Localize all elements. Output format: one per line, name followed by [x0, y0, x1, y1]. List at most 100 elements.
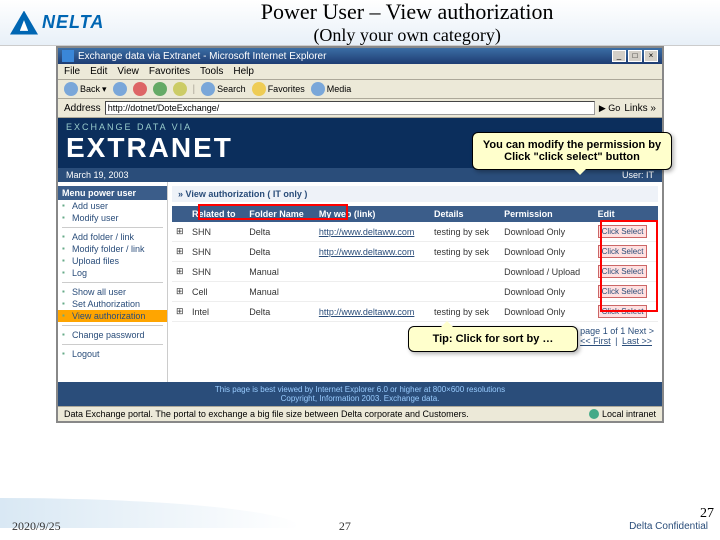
- address-input[interactable]: [105, 101, 595, 115]
- zone-indicator: Local intranet: [589, 409, 656, 419]
- sidebar-modify-user[interactable]: Modify user: [58, 212, 167, 224]
- click-select-button[interactable]: Click Select: [598, 225, 648, 238]
- refresh-button[interactable]: [153, 82, 167, 96]
- menu-view[interactable]: View: [117, 66, 139, 77]
- sidebar-set-auth[interactable]: Set Authorization: [58, 298, 167, 310]
- menu-help[interactable]: Help: [233, 66, 254, 77]
- ie-addressbar: Address ▶ Go Links »: [58, 99, 662, 118]
- cell-permission: Download Only: [500, 302, 594, 322]
- cell-link[interactable]: [315, 262, 430, 282]
- click-select-button[interactable]: Click Select: [598, 265, 648, 278]
- col-link[interactable]: My web (link): [315, 206, 430, 222]
- sidebar-upload-files[interactable]: Upload files: [58, 255, 167, 267]
- user-text: User: IT: [622, 170, 654, 180]
- back-button[interactable]: Back ▾: [64, 82, 107, 96]
- click-select-button[interactable]: Click Select: [598, 245, 648, 258]
- media-button[interactable]: Media: [311, 82, 352, 96]
- row-expand-icon[interactable]: ⊞: [172, 282, 188, 302]
- ie-window: Exchange data via Extranet - Microsoft I…: [56, 46, 664, 423]
- click-select-button[interactable]: Click Select: [598, 305, 648, 318]
- col-edit[interactable]: Edit: [594, 206, 658, 222]
- sidebar-add-user[interactable]: Add user: [58, 200, 167, 212]
- logo-text: NELTA: [42, 12, 104, 33]
- ie-statusbar: Data Exchange portal. The portal to exch…: [58, 406, 662, 421]
- search-icon: [201, 82, 215, 96]
- slide-page: 27: [61, 519, 629, 534]
- go-button[interactable]: ▶ Go: [599, 103, 620, 114]
- slide-confidential: Delta Confidential: [629, 521, 708, 532]
- slide-footer: 2020/9/25 27 Delta Confidential: [0, 519, 720, 534]
- home-button[interactable]: [173, 82, 187, 96]
- cell-details: [430, 282, 500, 302]
- minimize-button[interactable]: _: [612, 50, 626, 62]
- sidebar-view-auth[interactable]: View authorization: [58, 310, 167, 322]
- col-folder[interactable]: Folder Name: [245, 206, 315, 222]
- sidebar-log[interactable]: Log: [58, 267, 167, 279]
- cell-related: Intel: [188, 302, 245, 322]
- pager-first[interactable]: << First: [580, 336, 611, 346]
- cell-related: SHN: [188, 262, 245, 282]
- sidebar-change-password[interactable]: Change password: [58, 329, 167, 341]
- delta-logo: NELTA: [10, 11, 104, 35]
- pager-next[interactable]: Next >: [628, 326, 654, 336]
- callout-permission: You can modify the permission by Click "…: [472, 132, 672, 170]
- cell-permission: Download / Upload: [500, 262, 594, 282]
- cell-details: testing by sek: [430, 242, 500, 262]
- col-icon[interactable]: [172, 206, 188, 222]
- cell-permission: Download Only: [500, 282, 594, 302]
- slide-title: Power User – View authorization: [104, 0, 710, 25]
- favorites-button[interactable]: Favorites: [252, 82, 305, 96]
- row-expand-icon[interactable]: ⊞: [172, 242, 188, 262]
- callout-sort-tip: Tip: Click for sort by …: [408, 326, 578, 352]
- cell-link[interactable]: http://www.deltaww.com: [315, 242, 430, 262]
- sidebar-add-folder[interactable]: Add folder / link: [58, 231, 167, 243]
- cell-folder: Delta: [245, 242, 315, 262]
- cell-link[interactable]: [315, 282, 430, 302]
- status-text: Data Exchange portal. The portal to exch…: [64, 409, 469, 419]
- cell-permission: Download Only: [500, 242, 594, 262]
- footer-line1: This page is best viewed by Internet Exp…: [61, 385, 659, 394]
- slide-header: NELTA Power User – View authorization (O…: [0, 0, 720, 46]
- search-button[interactable]: Search: [201, 82, 246, 96]
- col-permission[interactable]: Permission: [500, 206, 594, 222]
- title-block: Power User – View authorization (Only yo…: [104, 0, 710, 46]
- table-row: ⊞SHNDeltahttp://www.deltaww.comtesting b…: [172, 222, 658, 242]
- cell-folder: Delta: [245, 222, 315, 242]
- home-icon: [173, 82, 187, 96]
- slide-date: 2020/9/25: [12, 519, 61, 534]
- table-row: ⊞IntelDeltahttp://www.deltaww.comtesting…: [172, 302, 658, 322]
- sidebar-modify-folder[interactable]: Modify folder / link: [58, 243, 167, 255]
- forward-icon: [113, 82, 127, 96]
- cell-folder: Manual: [245, 282, 315, 302]
- auth-table: Related to Folder Name My web (link) Det…: [172, 206, 658, 322]
- banner-subtitle: EXCHANGE DATA VIA: [66, 122, 654, 132]
- menu-file[interactable]: File: [64, 66, 80, 77]
- cell-link[interactable]: http://www.deltaww.com: [315, 302, 430, 322]
- row-expand-icon[interactable]: ⊞: [172, 302, 188, 322]
- ie-menubar: File Edit View Favorites Tools Help: [58, 64, 662, 80]
- stop-button[interactable]: [133, 82, 147, 96]
- links-label[interactable]: Links »: [624, 103, 656, 114]
- click-select-button[interactable]: Click Select: [598, 285, 648, 298]
- content-area: Menu power user Add user Modify user Add…: [58, 182, 662, 382]
- cell-permission: Download Only: [500, 222, 594, 242]
- forward-button[interactable]: [113, 82, 127, 96]
- table-row: ⊞SHNDeltahttp://www.deltaww.comtesting b…: [172, 242, 658, 262]
- row-expand-icon[interactable]: ⊞: [172, 222, 188, 242]
- col-related[interactable]: Related to: [188, 206, 245, 222]
- menu-edit[interactable]: Edit: [90, 66, 107, 77]
- sidebar-head: Menu power user: [58, 186, 167, 200]
- menu-favorites[interactable]: Favorites: [149, 66, 190, 77]
- cell-link[interactable]: http://www.deltaww.com: [315, 222, 430, 242]
- menu-tools[interactable]: Tools: [200, 66, 223, 77]
- maximize-button[interactable]: □: [628, 50, 642, 62]
- star-icon: [252, 82, 266, 96]
- sidebar-show-all-user[interactable]: Show all user: [58, 286, 167, 298]
- pager-of: 1 of 1: [603, 326, 626, 336]
- col-details[interactable]: Details: [430, 206, 500, 222]
- row-expand-icon[interactable]: ⊞: [172, 262, 188, 282]
- pager-last[interactable]: Last >>: [622, 336, 652, 346]
- close-button[interactable]: ×: [644, 50, 658, 62]
- sidebar-logout[interactable]: Logout: [58, 348, 167, 360]
- media-icon: [311, 82, 325, 96]
